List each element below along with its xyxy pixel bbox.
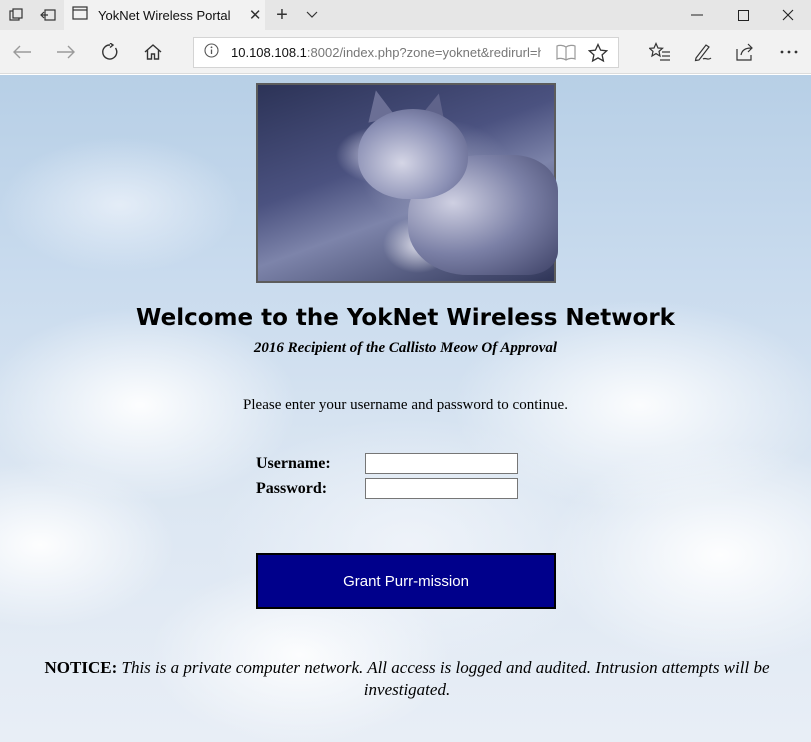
- page-title: Welcome to the YokNet Wireless Network: [136, 305, 675, 331]
- refresh-icon[interactable]: [88, 30, 132, 74]
- username-label: Username:: [256, 455, 331, 472]
- cat-head: [358, 109, 468, 199]
- tab-title: YokNet Wireless Portal: [98, 7, 231, 23]
- login-prompt: Please enter your username and password …: [243, 397, 568, 413]
- set-aside-tabs-icon[interactable]: [32, 0, 64, 30]
- notice-text: NOTICE: This is a private computer netwo…: [12, 657, 802, 701]
- username-input[interactable]: [365, 453, 518, 474]
- active-tab[interactable]: YokNet Wireless Portal ✕: [64, 0, 265, 30]
- info-icon[interactable]: [204, 42, 219, 63]
- home-icon[interactable]: [131, 30, 175, 74]
- cat-photo: [256, 83, 558, 283]
- plus-icon[interactable]: +: [268, 0, 296, 30]
- notice-message: This is a private computer network. All …: [121, 658, 770, 699]
- minimize-icon[interactable]: [674, 0, 720, 30]
- notice-label: NOTICE:: [44, 658, 118, 677]
- close-icon[interactable]: ✕: [245, 5, 265, 25]
- share-icon[interactable]: [724, 30, 768, 74]
- page-subtitle: 2016 Recipient of the Callisto Meow Of A…: [253, 340, 558, 356]
- pen-icon[interactable]: [681, 30, 725, 74]
- back-arrow-icon[interactable]: [0, 30, 44, 74]
- book-icon[interactable]: [556, 44, 576, 67]
- page-content: Welcome to the YokNet Wireless Network 2…: [0, 75, 811, 742]
- url-text[interactable]: 10.108.108.1:8002/index.php?zone=yoknet&…: [231, 45, 541, 60]
- password-input[interactable]: [365, 478, 518, 499]
- tab-bar-left-buttons: [0, 0, 64, 30]
- window-close-icon[interactable]: [765, 0, 811, 30]
- grant-access-button[interactable]: Grant Purr-mission: [256, 553, 556, 609]
- more-icon[interactable]: [767, 30, 811, 74]
- tab-list-icon[interactable]: [0, 0, 32, 30]
- forward-arrow-icon[interactable]: [44, 30, 88, 74]
- chevron-down-icon[interactable]: [298, 0, 326, 30]
- address-bar[interactable]: 10.108.108.1:8002/index.php?zone=yoknet&…: [193, 37, 619, 68]
- star-icon[interactable]: [587, 42, 609, 68]
- maximize-icon[interactable]: [720, 0, 766, 30]
- navigation-bar: 10.108.108.1:8002/index.php?zone=yoknet&…: [0, 30, 811, 74]
- tab-bar: YokNet Wireless Portal ✕ +: [0, 0, 811, 30]
- password-label: Password:: [256, 480, 328, 497]
- favorites-list-icon[interactable]: [638, 30, 682, 74]
- page-icon: [72, 5, 88, 25]
